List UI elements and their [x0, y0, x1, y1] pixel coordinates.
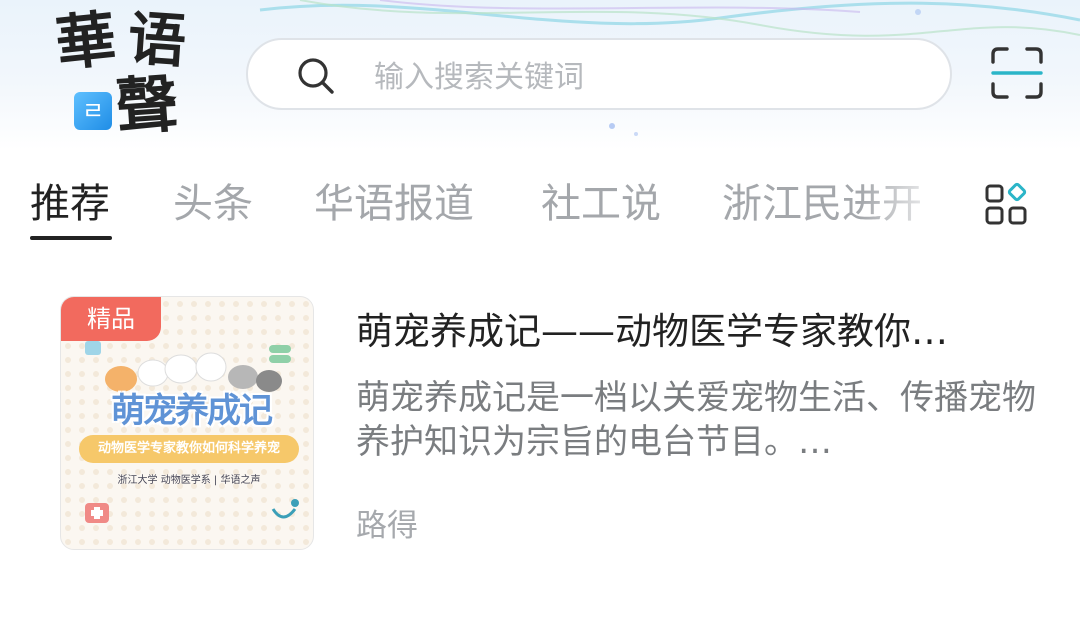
program-title[interactable]: 萌宠养成记——动物医学专家教你… — [356, 308, 1036, 356]
logo-badge: ㄹ — [74, 92, 112, 130]
tab-chinese-reports[interactable]: 华语报道 — [314, 180, 474, 228]
tab-headlines[interactable]: 头条 — [173, 180, 253, 228]
tab-recommend[interactable]: 推荐 — [30, 180, 110, 228]
logo-char: 華 — [52, 4, 120, 80]
program-author: 路得 — [356, 508, 418, 544]
active-tab-indicator — [30, 236, 112, 240]
tab-fade — [860, 170, 920, 246]
logo-char: 语 — [125, 4, 189, 76]
program-thumbnail[interactable]: 精品 萌宠养成记 动物医学专家教你如何科学养宠 浙江大学 动物医学系 | 华语之… — [60, 296, 314, 550]
premium-tag: 精品 — [61, 297, 161, 341]
thumbnail-org: 浙江大学 动物医学系 | 华语之声 — [117, 475, 261, 486]
channel-grid-icon[interactable] — [984, 182, 1030, 228]
logo-char: 聲 — [113, 66, 181, 145]
program-description: 萌宠养成记是一档以关爱宠物生活、传播宠物养护知识为宗旨的电台节目。… — [356, 378, 1036, 462]
search-bar[interactable] — [246, 38, 952, 110]
tab-social-work[interactable]: 社工说 — [541, 180, 661, 228]
search-input[interactable] — [372, 54, 916, 100]
scan-icon[interactable] — [990, 46, 1044, 100]
channel-tabs: 推荐 头条 华语报道 社工说 浙江民进开 — [0, 170, 1080, 246]
search-icon — [298, 58, 334, 94]
feed-item[interactable]: 精品 萌宠养成记 动物医学专家教你如何科学养宠 浙江大学 动物医学系 | 华语之… — [60, 296, 1040, 552]
thumbnail-subtitle: 动物医学专家教你如何科学养宠 — [79, 435, 299, 463]
app-logo: 華 语 ㄹ 聲 — [52, 4, 202, 146]
thumbnail-title: 萌宠养成记 — [111, 391, 273, 431]
